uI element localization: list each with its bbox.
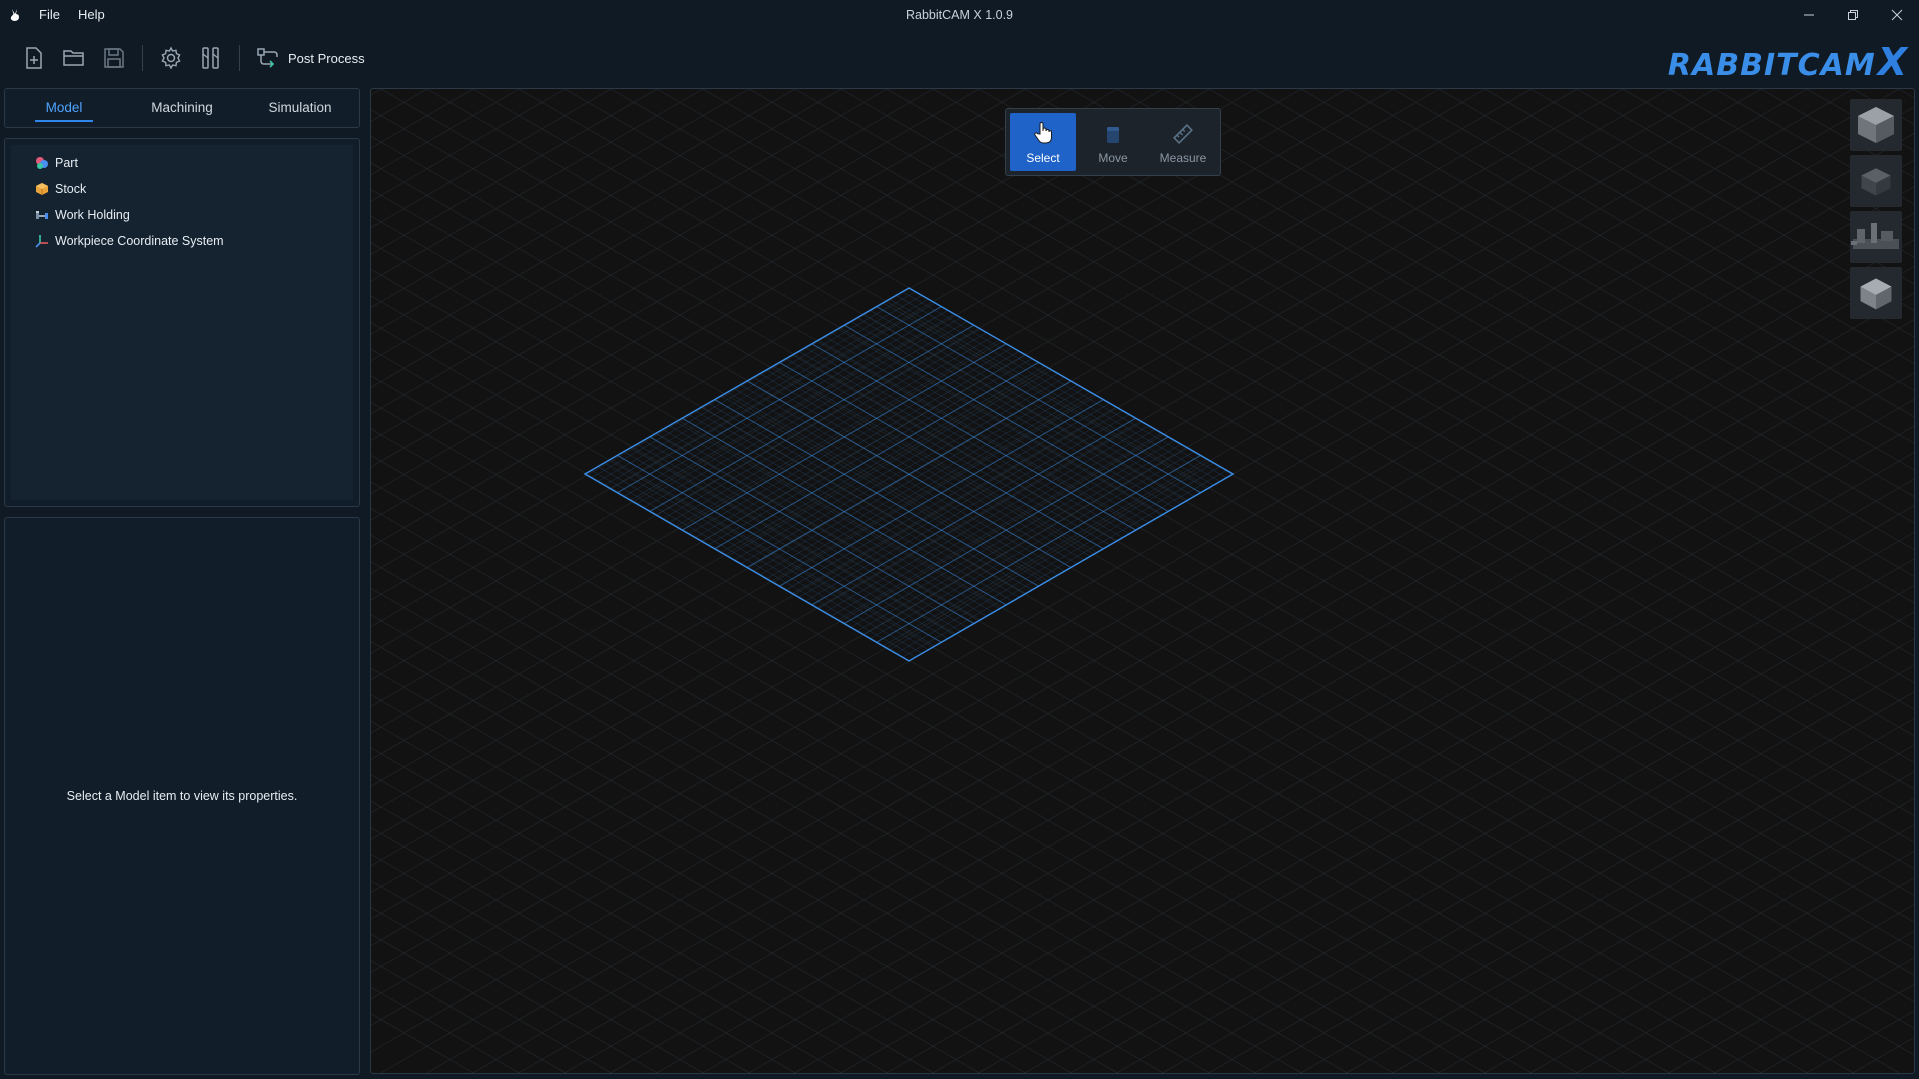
tree-item-stock[interactable]: Stock: [11, 176, 353, 202]
tree-item-part[interactable]: Part: [11, 150, 353, 176]
restore-icon: [1848, 10, 1858, 20]
menu-bar: File Help: [30, 0, 114, 30]
model-tree-panel: Part Stock Work Holding Workpiece Coordi…: [4, 138, 360, 507]
ground-grid: [371, 89, 1914, 1073]
window-title: RabbitCAM X 1.0.9: [906, 8, 1013, 22]
post-process-icon: [257, 48, 278, 68]
restore-button[interactable]: [1831, 0, 1875, 30]
save-button[interactable]: [94, 38, 134, 78]
view-selector: [1850, 99, 1902, 319]
stock-icon: [36, 183, 48, 195]
move-mode-button[interactable]: Move: [1080, 113, 1146, 171]
tab-model[interactable]: Model: [5, 89, 123, 127]
hand-pointer-icon: [1034, 121, 1052, 144]
title-bar: File Help RabbitCAM X 1.0.9: [0, 0, 1919, 30]
close-icon: [1891, 9, 1903, 21]
view-solid-button[interactable]: [1850, 267, 1902, 319]
properties-panel: Select a Model item to view its properti…: [4, 517, 360, 1075]
settings-button[interactable]: [151, 38, 191, 78]
vise-view-icon: [1851, 223, 1899, 249]
tool-library-button[interactable]: [191, 38, 231, 78]
menu-file[interactable]: File: [30, 0, 69, 30]
tree-item-work-holding[interactable]: Work Holding: [11, 202, 353, 228]
mode-toolbar: Select Move Measure: [1005, 108, 1221, 176]
tool-library-icon: [202, 47, 219, 69]
measure-mode-button[interactable]: Measure: [1150, 113, 1216, 171]
brand-logo: RABBITCAM X: [1667, 40, 1907, 84]
mode-label: Measure: [1159, 151, 1207, 165]
part-view-icon: [1858, 107, 1894, 143]
coordinate-system-icon: [35, 235, 48, 248]
gear-icon: [161, 46, 181, 70]
tree-item-label: Workpiece Coordinate System: [55, 234, 224, 248]
work-holding-icon: [36, 211, 48, 219]
brand-text: RABBITCAM: [1667, 48, 1876, 83]
close-button[interactable]: [1875, 0, 1919, 30]
tree-item-label: Work Holding: [55, 208, 130, 222]
menu-help[interactable]: Help: [69, 0, 114, 30]
part-icon: [36, 157, 48, 169]
post-process-label: Post Process: [288, 50, 365, 66]
window-controls: [1787, 0, 1919, 30]
move-icon: [1107, 127, 1119, 143]
minimize-button[interactable]: [1787, 0, 1831, 30]
view-stock-button[interactable]: [1850, 155, 1902, 207]
tab-machining[interactable]: Machining: [123, 89, 241, 127]
rabbit-logo-icon: [0, 0, 30, 30]
tree-item-label: Part: [55, 156, 78, 170]
toolbar-separator: [142, 45, 143, 71]
brand-x: X: [1877, 40, 1907, 84]
minimize-icon: [1804, 14, 1814, 16]
properties-placeholder: Select a Model item to view its properti…: [66, 789, 298, 803]
save-icon: [104, 48, 124, 68]
new-file-icon: [26, 47, 42, 69]
tab-bar: Model Machining Simulation: [4, 88, 360, 128]
mode-label: Move: [1098, 151, 1128, 165]
new-file-button[interactable]: [14, 38, 54, 78]
open-folder-icon: [63, 50, 84, 66]
main-toolbar: Post Process: [0, 30, 1919, 86]
tab-simulation[interactable]: Simulation: [241, 89, 359, 127]
model-tree: Part Stock Work Holding Workpiece Coordi…: [11, 145, 353, 500]
ruler-icon: [1173, 124, 1193, 144]
open-file-button[interactable]: [54, 38, 94, 78]
tree-item-coordinate-system[interactable]: Workpiece Coordinate System: [11, 228, 353, 254]
view-work-holding-button[interactable]: [1850, 211, 1902, 263]
select-mode-button[interactable]: Select: [1010, 113, 1076, 171]
left-panel: Model Machining Simulation Part Stock Wo…: [4, 88, 360, 1075]
tree-item-label: Stock: [55, 182, 87, 196]
toolbar-separator: [239, 45, 240, 71]
post-process-button[interactable]: Post Process: [248, 38, 373, 78]
stock-view-icon: [1861, 168, 1891, 196]
3d-viewport[interactable]: Select Move Measure: [370, 88, 1915, 1074]
view-part-button[interactable]: [1850, 99, 1902, 151]
solid-view-icon: [1860, 278, 1892, 310]
mode-label: Select: [1026, 151, 1060, 165]
